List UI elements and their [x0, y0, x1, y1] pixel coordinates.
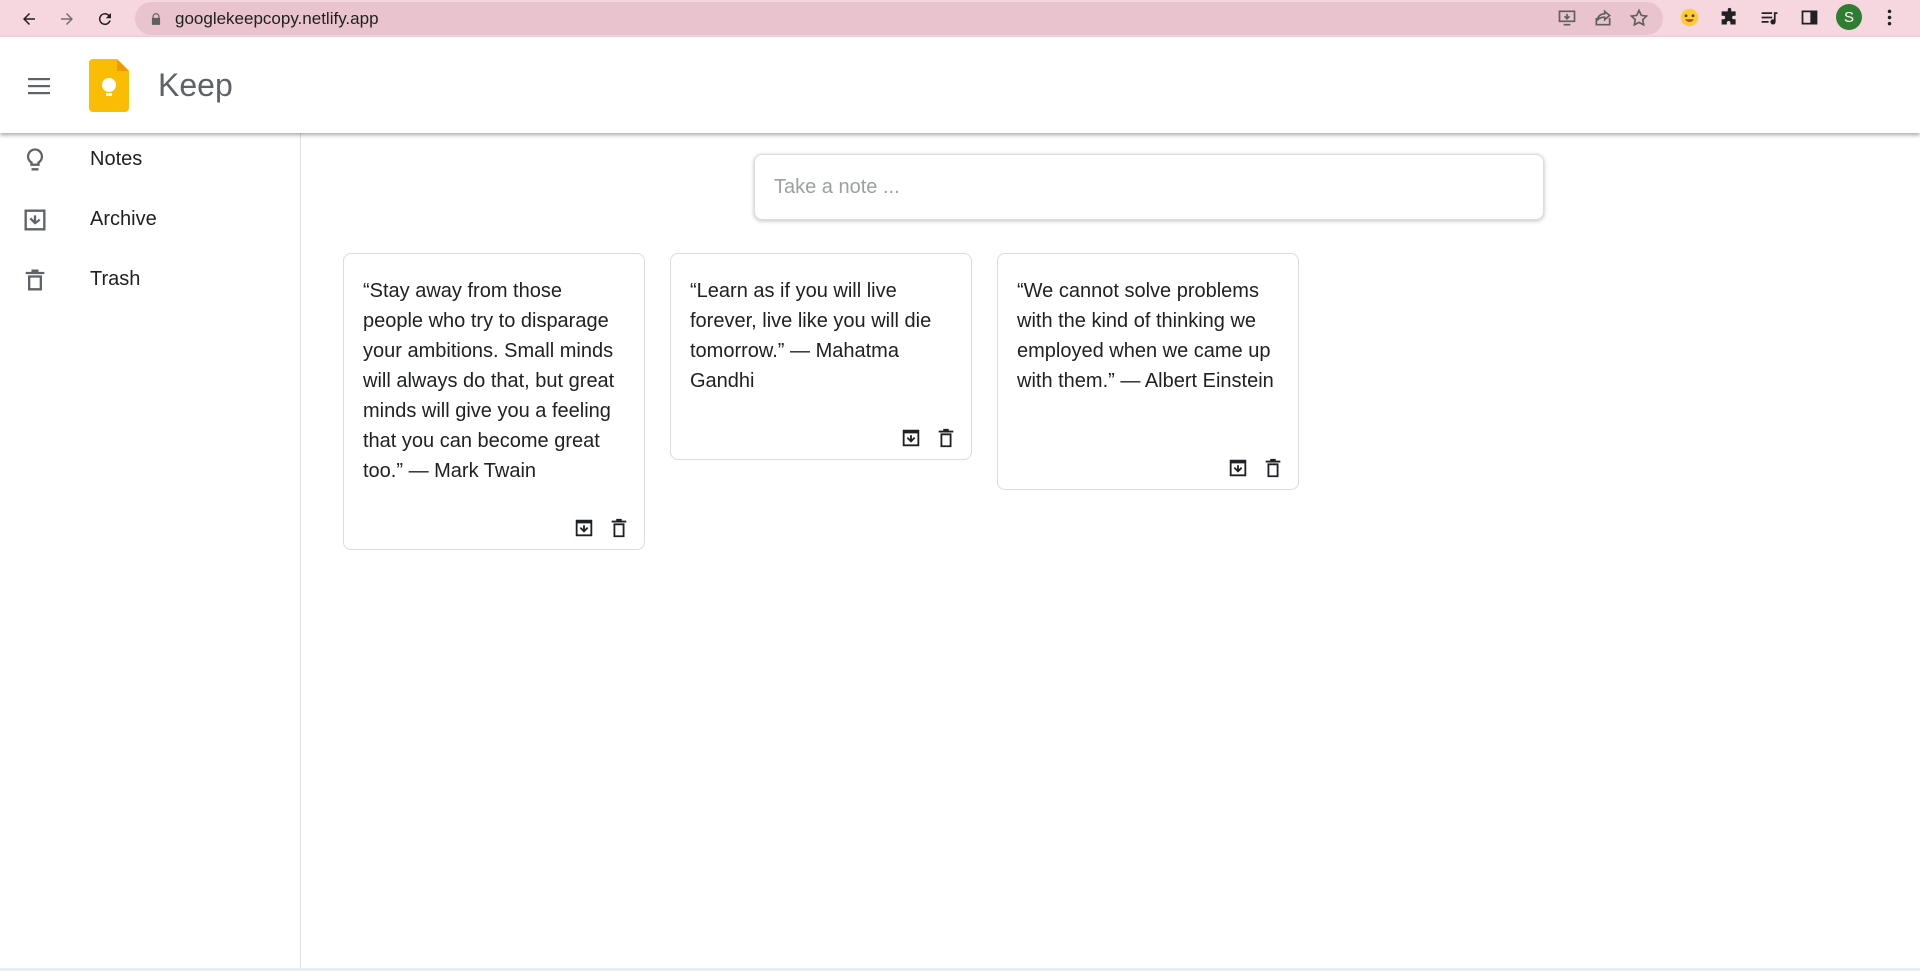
note-card[interactable]: “Learn as if you will live forever, live…: [670, 253, 972, 460]
trash-icon: [938, 428, 954, 448]
back-button[interactable]: [14, 4, 44, 34]
side-panel-icon[interactable]: [1796, 4, 1822, 30]
trash-icon: [611, 518, 627, 538]
address-bar[interactable]: googlekeepcopy.netlify.app: [135, 2, 1663, 35]
archive-icon: [902, 429, 920, 447]
sidebar-item-label: Trash: [90, 267, 141, 290]
emoji-extension-icon[interactable]: [1676, 4, 1702, 30]
sidebar-item-archive[interactable]: Archive: [0, 194, 301, 244]
delete-note-button[interactable]: [608, 517, 630, 539]
note-card[interactable]: “Stay away from those people who try to …: [343, 253, 645, 550]
delete-note-button[interactable]: [935, 427, 957, 449]
sidebar-item-label: Archive: [90, 207, 157, 230]
share-icon[interactable]: [1593, 8, 1613, 28]
install-app-icon[interactable]: [1557, 8, 1577, 28]
lock-icon: [151, 12, 161, 25]
url-text: googlekeepcopy.netlify.app: [175, 8, 379, 28]
trash-icon: [1265, 458, 1281, 478]
reload-icon: [98, 12, 111, 25]
app-title: Keep: [158, 67, 233, 103]
reload-button[interactable]: [90, 4, 120, 34]
app-header: Keep: [0, 37, 1920, 133]
archive-note-button[interactable]: [900, 427, 922, 449]
hamburger-menu-icon[interactable]: [24, 71, 54, 101]
profile-avatar[interactable]: S: [1836, 4, 1862, 30]
archive-icon: [575, 519, 593, 537]
note-card[interactable]: “We cannot solve problems with the kind …: [997, 253, 1299, 490]
take-note-input[interactable]: [754, 154, 1544, 220]
browser-toolbar: googlekeepcopy.netlify.app S: [0, 0, 1920, 37]
trash-icon: [25, 269, 45, 291]
archive-icon: [24, 209, 46, 231]
arrow-left-icon: [23, 12, 35, 25]
keep-logo-icon: [89, 59, 129, 112]
archive-icon: [1229, 459, 1247, 477]
media-queue-icon[interactable]: [1756, 4, 1782, 30]
sidebar-item-trash[interactable]: Trash: [0, 254, 301, 304]
note-text: “Stay away from those people who try to …: [363, 280, 615, 482]
star-icon[interactable]: [1629, 8, 1649, 28]
more-vertical-icon[interactable]: [1876, 4, 1902, 30]
extensions-puzzle-icon[interactable]: [1716, 4, 1742, 30]
sidebar-item-label: Notes: [90, 147, 143, 170]
sidebar: Notes Archive Trash: [0, 133, 301, 971]
archive-note-button[interactable]: [573, 517, 595, 539]
lightbulb-icon: [26, 148, 44, 171]
forward-button[interactable]: [52, 4, 82, 34]
arrow-right-icon: [61, 12, 73, 25]
note-text: “Learn as if you will live forever, live…: [690, 280, 932, 392]
archive-note-button[interactable]: [1227, 457, 1249, 479]
note-text: “We cannot solve problems with the kind …: [1017, 280, 1274, 392]
sidebar-item-notes[interactable]: Notes: [0, 134, 301, 184]
delete-note-button[interactable]: [1262, 457, 1284, 479]
